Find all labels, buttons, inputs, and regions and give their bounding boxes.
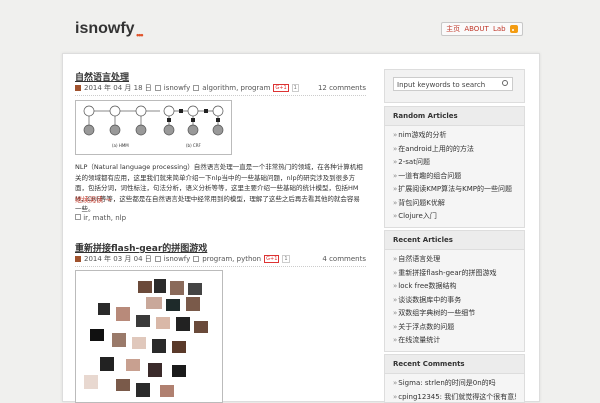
post-meta-1: 2014 年 04 月 18 日 isnowfy algorithm, prog… — [75, 83, 366, 96]
recent-articles-widget: Recent Articles 自然语言处理 重新拼接flash-gear的拼图… — [384, 230, 525, 352]
post-title-2[interactable]: 重新拼接flash-gear的拼图游戏 — [75, 241, 207, 254]
main-content: 自然语言处理 2014 年 04 月 18 日 isnowfy algorith… — [62, 53, 540, 402]
gplus-count: 1 — [282, 255, 289, 263]
read-more-link[interactable]: 继续阅读 → — [75, 195, 111, 205]
list-item[interactable]: Sigma: strlen的时间是0n的吗 — [393, 377, 516, 391]
list-item[interactable]: 背包问题K优解 — [393, 197, 516, 211]
list-item[interactable]: nim游戏的分析 — [393, 129, 516, 143]
post-tags-text[interactable]: ir, math, nlp — [83, 214, 126, 222]
post-date: 2014 年 03 月 04 日 — [84, 254, 152, 264]
diagram-label-hmm: (a) HMM — [112, 143, 129, 148]
nav-home[interactable]: 主页 — [446, 24, 460, 34]
logo-dots: ••• — [136, 30, 142, 40]
post-categories[interactable]: program, python — [202, 255, 261, 263]
gplus-button[interactable]: G+1 — [273, 84, 288, 92]
recent-comments-widget: Recent Comments Sigma: strlen的时间是0n的吗 cp… — [384, 354, 525, 403]
widget-title-random: Random Articles — [385, 107, 524, 126]
gplus-count: 1 — [292, 84, 299, 92]
top-nav: 主页 ABOUT Lab — [441, 22, 523, 36]
site-logo[interactable]: isnowfy ••• — [75, 20, 135, 38]
list-item[interactable]: Clojure入门 — [393, 210, 516, 224]
list-item[interactable]: 自然语言处理 — [393, 253, 516, 267]
list-item[interactable]: 双数组字典树的一些细节 — [393, 307, 516, 321]
calendar-icon — [75, 85, 81, 91]
widget-title-recent: Recent Articles — [385, 231, 524, 250]
hmm-crf-diagram: (a) HMM (b) CRF — [75, 100, 232, 155]
post-date: 2014 年 04 月 18 日 — [84, 83, 152, 93]
list-item[interactable]: 在android上用的的方法 — [393, 143, 516, 157]
post-author[interactable]: isnowfy — [164, 84, 191, 92]
user-icon — [155, 85, 161, 91]
folder-icon — [193, 85, 199, 91]
post-meta-2: 2014 年 03 月 04 日 isnowfy program, python… — [75, 254, 366, 267]
tag-icon — [75, 214, 81, 220]
gplus-button[interactable]: G+1 — [264, 255, 279, 263]
folder-icon — [193, 256, 199, 262]
post-title-1[interactable]: 自然语言处理 — [75, 70, 129, 83]
calendar-icon — [75, 256, 81, 262]
post-categories[interactable]: algorithm, program — [202, 84, 270, 92]
diagram-label-crf: (b) CRF — [186, 143, 202, 148]
puzzle-image — [75, 270, 223, 403]
list-item[interactable]: 一道有趣的组合问题 — [393, 170, 516, 184]
nav-about[interactable]: ABOUT — [464, 25, 488, 33]
list-item[interactable]: 2-sat问题 — [393, 156, 516, 170]
search-icon[interactable] — [502, 80, 508, 86]
search-widget: Input keywords to search — [384, 69, 525, 103]
list-item[interactable]: 在线流量统计 — [393, 334, 516, 348]
list-item[interactable]: cping12345: 我们就觉得这个很有意思... — [393, 391, 516, 403]
rss-icon[interactable] — [510, 25, 518, 33]
list-item[interactable]: 扩展阅读KMP算法与KMP的一些问题 — [393, 183, 516, 197]
user-icon — [155, 256, 161, 262]
list-item[interactable]: 关于浮点数的问题 — [393, 321, 516, 335]
nav-lab[interactable]: Lab — [493, 25, 506, 33]
list-item[interactable]: 谈谈数据库中的事务 — [393, 294, 516, 308]
widget-title-comments: Recent Comments — [385, 355, 524, 374]
post-author[interactable]: isnowfy — [164, 255, 191, 263]
comments-link[interactable]: 12 comments — [318, 84, 366, 92]
random-articles-widget: Random Articles nim游戏的分析 在android上用的的方法 … — [384, 106, 525, 228]
search-input[interactable]: Input keywords to search — [393, 77, 513, 91]
comments-link[interactable]: 4 comments — [322, 255, 366, 263]
logo-text: isnowfy — [75, 20, 135, 37]
list-item[interactable]: lock free数据结构 — [393, 280, 516, 294]
post-excerpt: NLP（Natural language processing）自然语言处理一直… — [75, 162, 366, 215]
post-tags: ir, math, nlp — [75, 214, 126, 222]
list-item[interactable]: 重新拼接flash-gear的拼图游戏 — [393, 267, 516, 281]
